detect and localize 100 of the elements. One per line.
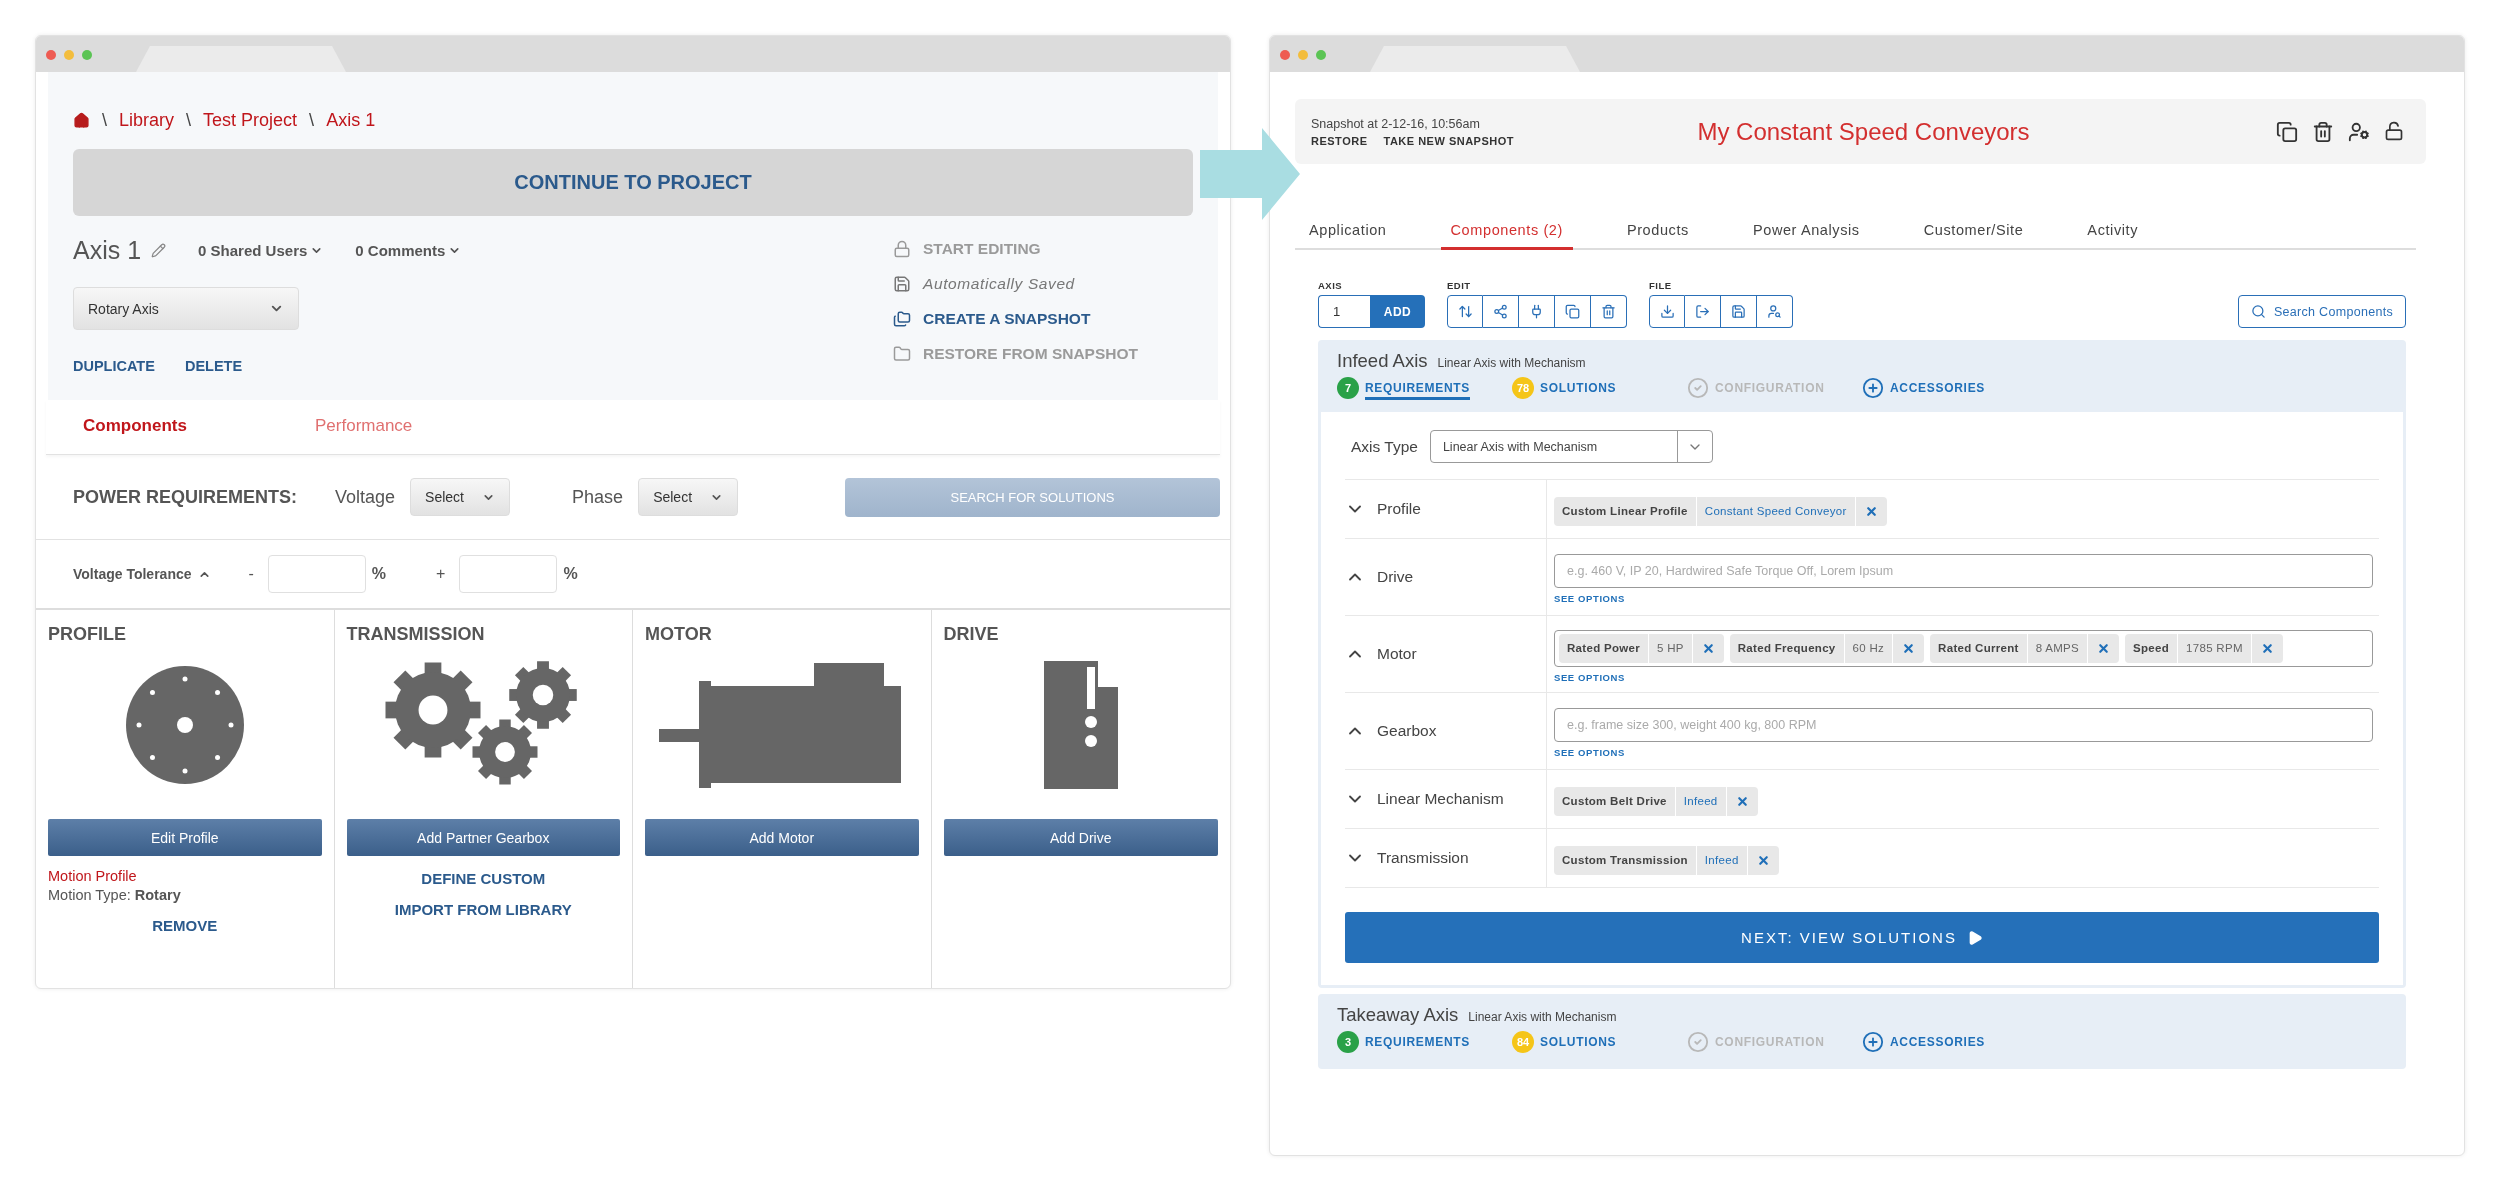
tab[interactable]: Performance [315,416,455,436]
remove-icon[interactable] [1735,794,1749,808]
tab[interactable]: Components (2) [1440,222,1573,250]
filter-tag: Custom Linear Profile Constant Speed Conveyor [1554,496,1887,526]
sign-label: - [248,565,254,583]
breadcrumb-separator: \ [186,110,192,131]
see-options-link[interactable]: SEE OPTIONS [1554,747,1625,758]
action-link[interactable]: DEFINE CUSTOM [421,870,546,887]
add-button[interactable]: Add Drive [943,819,1218,856]
window-controls-icon [46,50,92,60]
copy-icon [1565,304,1580,319]
step-tab[interactable]: REQUIREMENTS [1365,1035,1471,1054]
download-button[interactable] [1649,295,1685,328]
remove-icon[interactable] [2260,641,2274,655]
copy-button[interactable] [1555,295,1591,328]
tab[interactable]: Power Analysis [1742,222,1870,250]
filter-tag: Speed 1785 RPM [2125,633,2283,663]
voltage-select[interactable]: Select [410,478,511,516]
tab[interactable]: Products [1616,222,1699,250]
count-badge: 3 [1337,1031,1359,1053]
search-icon [2250,304,2266,319]
tab[interactable]: Application [1299,222,1397,250]
tolerance-input[interactable] [267,555,366,593]
add-button[interactable]: Add Partner Gearbox [346,819,620,856]
exit-button[interactable] [1685,295,1721,328]
user-gear-icon[interactable] [2348,120,2370,143]
search-input-field[interactable]: e.g. frame size 300, weight 400 kg, 800 RPM [1554,708,2373,742]
unlock-icon[interactable] [2384,120,2404,141]
save-button[interactable] [1721,295,1757,328]
breadcrumb-link[interactable]: Axis 1 [326,110,376,131]
axis-type-select[interactable]: Linear Axis with Mechanism [1429,430,1713,463]
pencil-icon[interactable] [151,243,167,258]
plug-button[interactable] [1519,295,1555,328]
unit-label: % [371,565,387,583]
step-tab[interactable]: ACCESSORIES [1890,1035,1986,1054]
share-button[interactable] [1483,295,1519,328]
phase-select[interactable]: Select [638,478,739,516]
search-input-field[interactable]: e.g. 460 V, IP 20, Hardwired Safe Torque Off, Lorem Ipsum [1554,554,2373,588]
search-components-button[interactable]: Search Components [2237,295,2406,328]
group-label: EDIT [1447,280,1472,291]
continue-button[interactable]: CONTINUE TO PROJECT [73,149,1193,216]
project-title: My Constant Speed Conveyors [1696,117,2031,146]
home-icon[interactable] [73,112,90,129]
remove-icon[interactable] [1756,853,1770,867]
action-link[interactable]: DELETE [184,358,243,374]
remove-icon[interactable] [1902,641,1916,655]
component-label: Motor [1377,645,1417,663]
remove-icon[interactable] [1701,641,1715,655]
remove-icon[interactable] [2097,641,2111,655]
tag-input-field[interactable]: Rated Power 5 HP Rated Frequency 60 Hz Rated Current 8 AMPS Speed 1785 RPM [1554,629,2373,667]
action-link[interactable]: IMPORT FROM LIBRARY [394,901,572,918]
see-options-link[interactable]: SEE OPTIONS [1554,671,1625,683]
user-search-button[interactable] [1757,295,1793,328]
see-options-link[interactable]: SEE OPTIONS [1554,593,1625,604]
tab[interactable]: Customer/Site [1913,222,2034,250]
group-label: FILE [1649,280,1673,291]
column-title: PROFILE [48,624,127,645]
action-link[interactable]: CREATE A SNAPSHOT [893,308,1193,329]
step-tab[interactable]: REQUIREMENTS [1365,381,1471,400]
field-label: Voltage [335,486,396,508]
breadcrumb-link[interactable]: Library [119,110,175,131]
folders-icon [893,309,911,328]
snapshot-link[interactable]: RESTORE [1311,134,1368,147]
axis-type: Linear Axis with Mechanism [1468,1010,1617,1024]
breadcrumb-link[interactable]: Test Project [203,110,298,131]
shared-users-dropdown[interactable]: 0 Shared Users [198,242,324,259]
tab[interactable]: Components [83,416,223,436]
tab[interactable]: Activity [2077,222,2149,250]
axis-title: Axis 1 [73,236,142,265]
count-badge: 84 [1512,1031,1534,1053]
check-circle-icon [1687,1031,1709,1053]
sort-arrows-button[interactable] [1447,295,1483,328]
step-tab[interactable]: SOLUTIONS [1540,1035,1617,1054]
step-tab[interactable]: ACCESSORIES [1890,381,1986,400]
add-button[interactable]: ADD [1370,295,1425,328]
add-button[interactable]: Add Motor [645,819,919,856]
trash-button[interactable] [1591,295,1627,328]
axis-name: Infeed Axis [1337,350,1428,372]
comments-dropdown[interactable]: 0 Comments [355,242,462,259]
copy-icon[interactable] [2276,120,2298,143]
column-title: MOTOR [645,624,713,645]
filter-tag: Custom Transmission Infeed [1554,845,1779,875]
add-button[interactable]: Edit Profile [48,819,322,856]
plug-icon [1529,304,1544,319]
next-button[interactable]: NEXT: VIEW SOLUTIONS [1345,912,2379,963]
tolerance-input[interactable] [459,555,558,593]
action-link[interactable]: REMOVE [152,917,218,934]
remove-icon[interactable] [1864,504,1878,518]
axis-count-field[interactable]: 1 [1318,295,1370,328]
snapshot-link[interactable]: TAKE NEW SNAPSHOT [1383,134,1514,147]
note-title: Motion Profile [48,868,137,884]
trash-icon[interactable] [2312,120,2334,143]
plus-circle-icon [1862,1031,1884,1053]
save-icon [893,274,911,293]
axis-type: Linear Axis with Mechanism [1437,356,1586,370]
exit-icon [1695,304,1710,319]
tolerance-toggle[interactable]: Voltage Tolerance [73,566,211,582]
action-link[interactable]: DUPLICATE [73,358,155,374]
axis-type-select[interactable]: Rotary Axis [73,287,299,330]
step-tab[interactable]: SOLUTIONS [1540,381,1617,400]
